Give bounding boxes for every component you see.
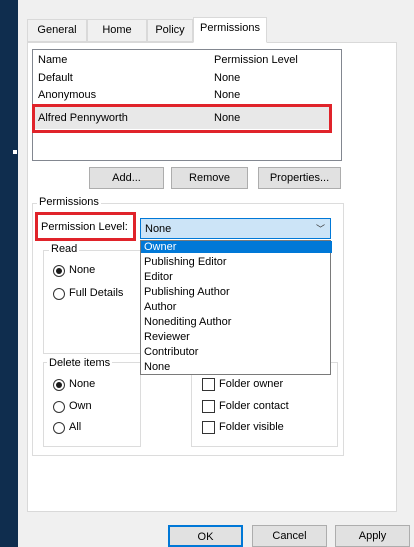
desktop-edge bbox=[0, 0, 18, 547]
read-none-label: None bbox=[69, 264, 96, 276]
folder-owner-label: Folder owner bbox=[219, 378, 284, 390]
permissions-group-title: Permissions bbox=[37, 196, 101, 208]
dropdown-option-publishing-editor[interactable]: Publishing Editor bbox=[141, 256, 332, 268]
dropdown-option-reviewer[interactable]: Reviewer bbox=[141, 331, 332, 343]
delete-own-label: Own bbox=[69, 400, 92, 412]
user-permission-level: None bbox=[214, 72, 241, 84]
delete-all-radio[interactable] bbox=[53, 422, 65, 434]
dropdown-option-contributor[interactable]: Contributor bbox=[141, 346, 332, 358]
tab-general[interactable]: General bbox=[27, 19, 87, 42]
tab-policy[interactable]: Policy bbox=[147, 19, 193, 42]
user-name: Anonymous bbox=[38, 89, 97, 101]
apply-button[interactable]: Apply bbox=[335, 525, 410, 547]
chevron-down-icon: ﹀ bbox=[315, 224, 325, 234]
cancel-button[interactable]: Cancel bbox=[252, 525, 327, 547]
permission-level-select[interactable]: None ﹀ bbox=[140, 218, 331, 239]
dropdown-option-nonediting-author[interactable]: Nonediting Author bbox=[141, 316, 332, 328]
read-full-details-radio[interactable] bbox=[53, 288, 65, 300]
delete-own-radio[interactable] bbox=[53, 401, 65, 413]
column-header-permission-level[interactable]: Permission Level bbox=[214, 52, 298, 69]
dropdown-option-editor[interactable]: Editor bbox=[141, 271, 332, 283]
delete-none-label: None bbox=[69, 378, 96, 390]
list-item[interactable]: Anonymous None bbox=[33, 87, 333, 104]
properties-button[interactable]: Properties... bbox=[258, 167, 341, 189]
highlight-permission-level bbox=[35, 212, 136, 241]
highlight-selected-user bbox=[32, 104, 332, 133]
tab-home-page[interactable]: Home Page bbox=[87, 19, 147, 57]
dropdown-option-none[interactable]: None bbox=[141, 361, 332, 373]
remove-button[interactable]: Remove bbox=[171, 167, 248, 189]
folder-contact-label: Folder contact bbox=[219, 400, 289, 412]
column-header-name[interactable]: Name bbox=[38, 52, 67, 69]
permission-level-dropdown[interactable]: Owner Publishing Editor Editor Publishin… bbox=[140, 240, 332, 375]
ok-button[interactable]: OK bbox=[168, 525, 243, 547]
user-permission-level: None bbox=[214, 89, 241, 101]
delete-items-group-title: Delete items bbox=[47, 357, 113, 369]
read-none-radio[interactable] bbox=[53, 265, 65, 277]
folder-visible-checkbox[interactable] bbox=[202, 421, 215, 434]
folder-owner-checkbox[interactable] bbox=[202, 378, 215, 391]
tab-permissions[interactable]: Permissions bbox=[193, 17, 267, 43]
dropdown-option-publishing-author[interactable]: Publishing Author bbox=[141, 286, 332, 298]
add-button[interactable]: Add... bbox=[89, 167, 164, 189]
read-group-title: Read bbox=[49, 243, 80, 255]
read-full-details-label: Full Details bbox=[69, 287, 124, 299]
user-name: Default bbox=[38, 72, 73, 84]
edge-marker bbox=[13, 150, 17, 154]
delete-all-label: All bbox=[69, 421, 82, 433]
delete-none-radio[interactable] bbox=[53, 379, 65, 391]
list-item[interactable]: Default None bbox=[33, 70, 333, 87]
permission-level-value: None bbox=[145, 223, 172, 235]
list-header: Name Permission Level bbox=[33, 52, 333, 69]
dropdown-option-owner[interactable]: Owner bbox=[141, 241, 332, 253]
folder-visible-label: Folder visible bbox=[219, 421, 284, 433]
dropdown-option-author[interactable]: Author bbox=[141, 301, 332, 313]
folder-contact-checkbox[interactable] bbox=[202, 400, 215, 413]
